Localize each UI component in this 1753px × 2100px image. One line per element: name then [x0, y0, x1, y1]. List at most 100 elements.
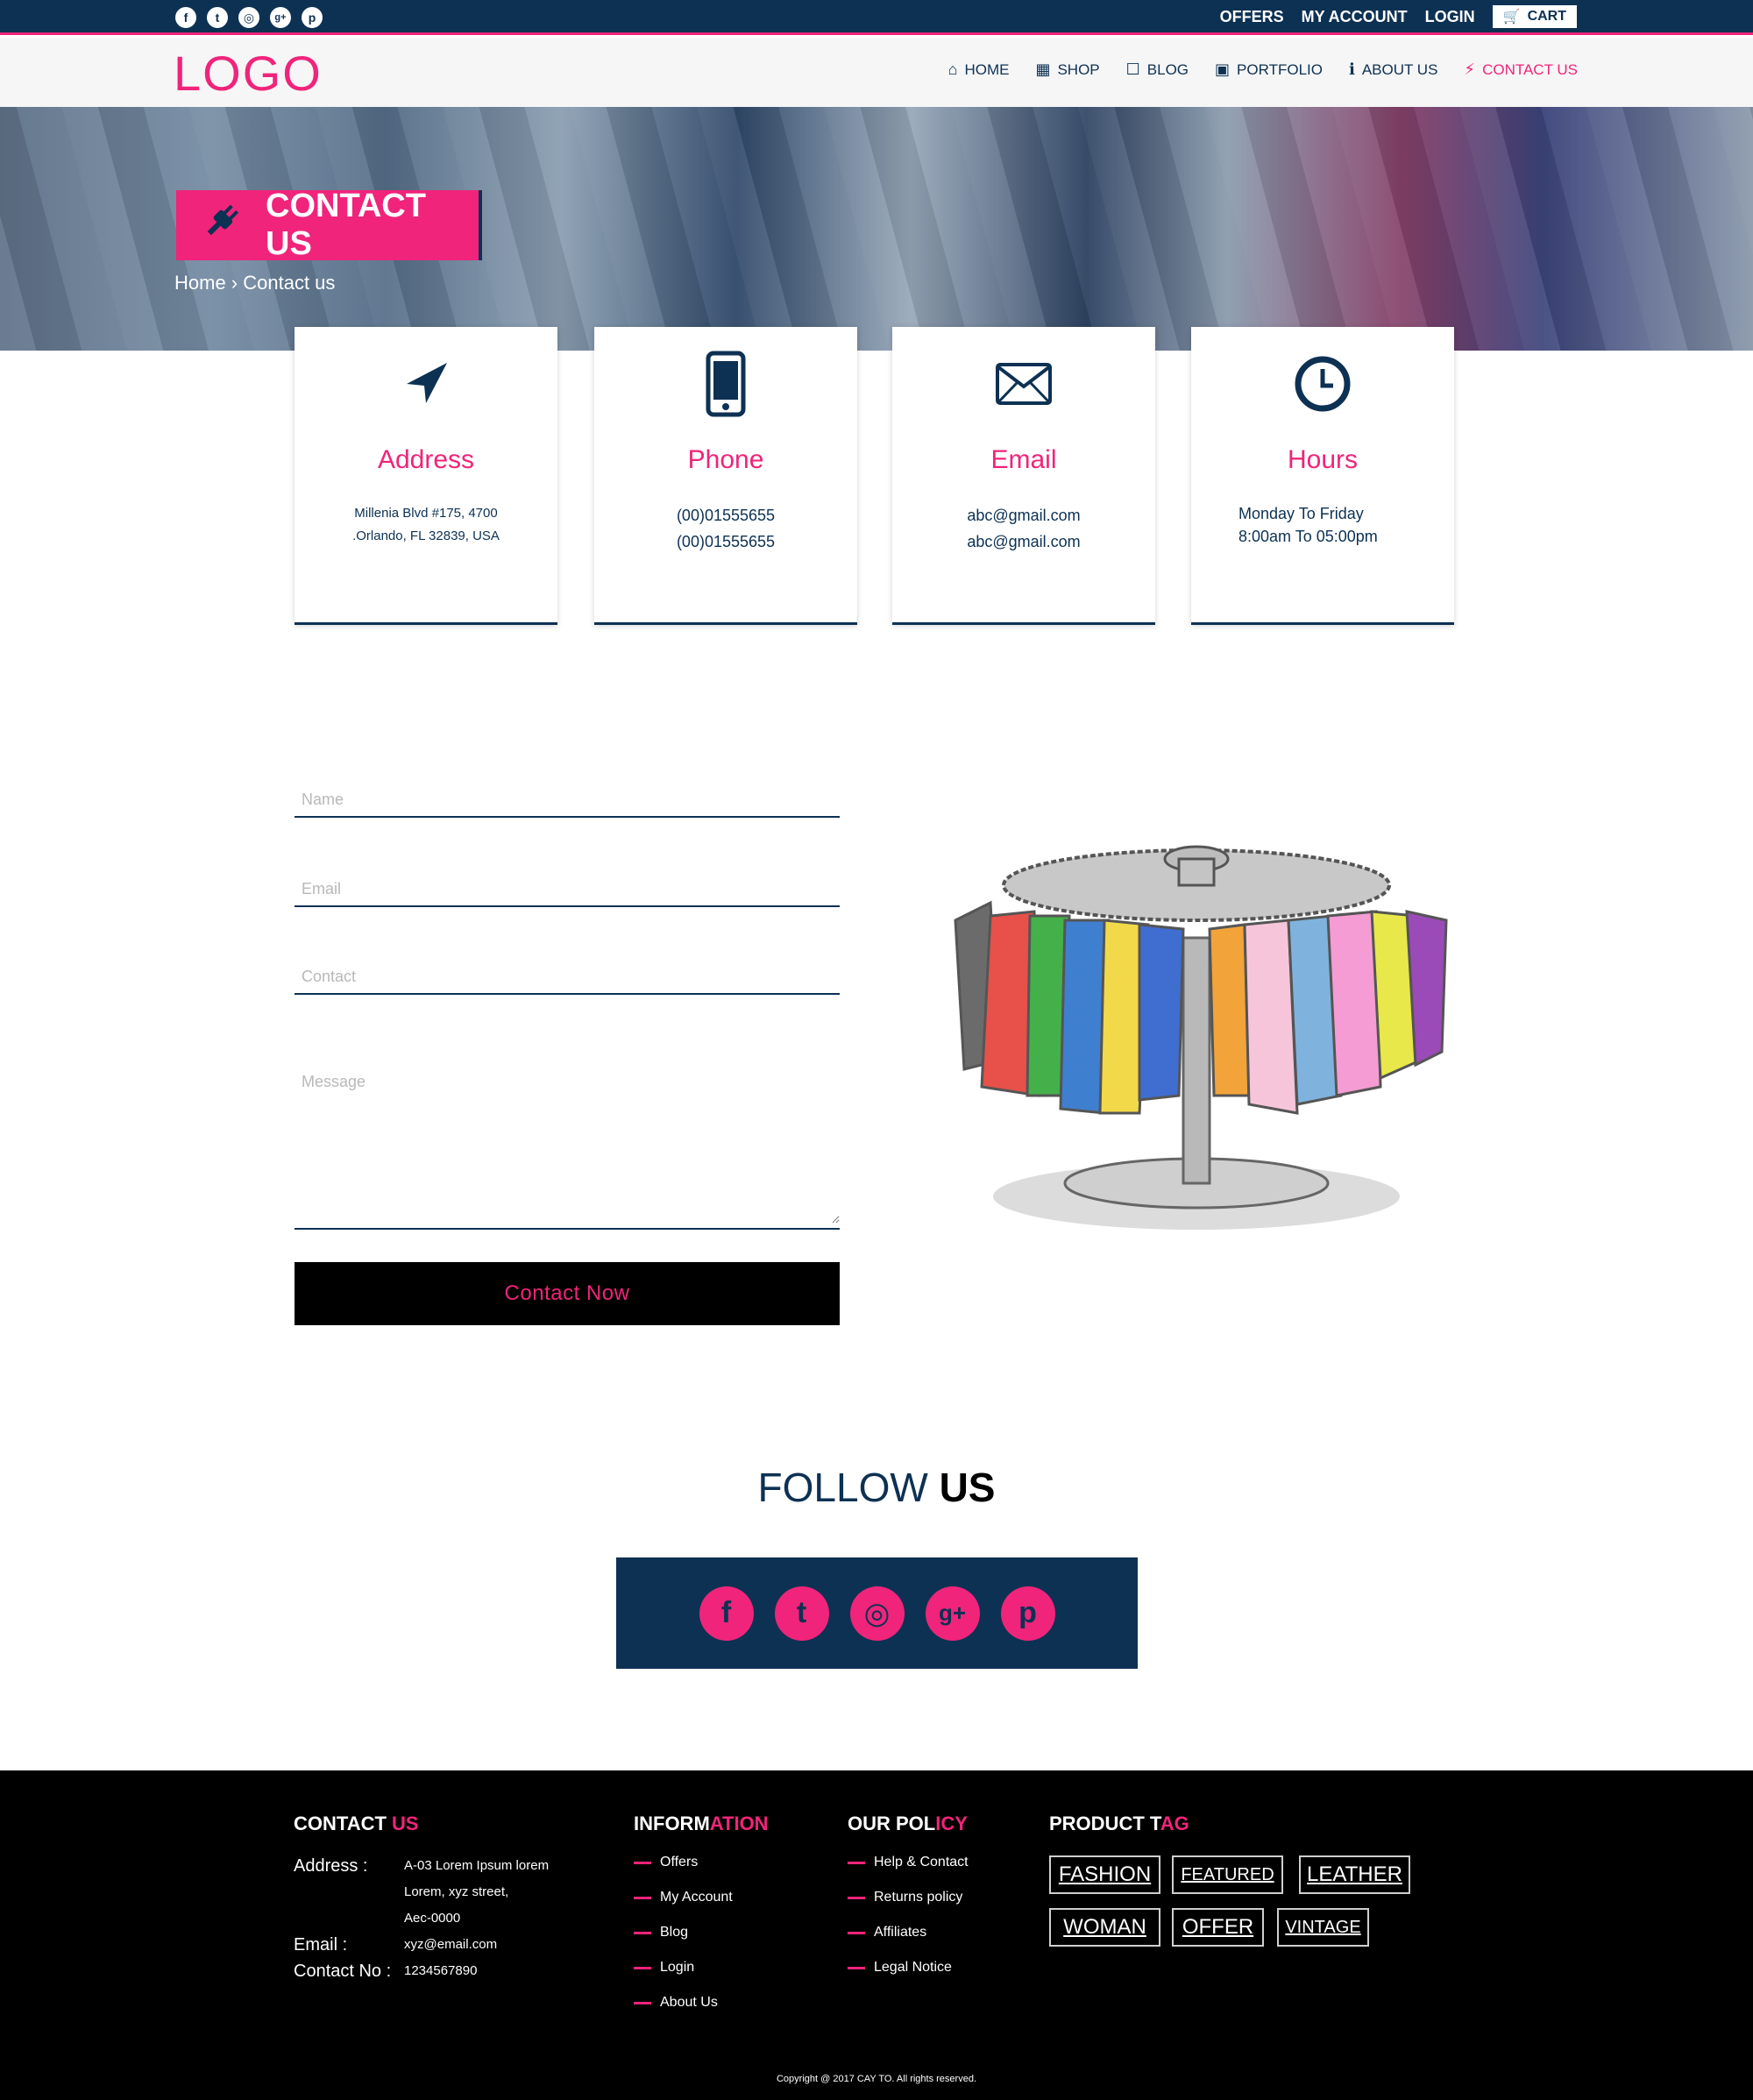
link-label: Help & Contact — [874, 1855, 969, 1869]
cart-button[interactable]: 🛒 CART — [1492, 5, 1577, 28]
dash — [848, 1862, 865, 1864]
info-icon: ℹ — [1348, 60, 1355, 78]
plug-icon — [201, 200, 243, 251]
tag-vintage[interactable]: VINTAGE — [1277, 1908, 1369, 1947]
pinterest-icon[interactable]: p — [1000, 1586, 1055, 1641]
offers-link[interactable]: OFFERS — [1220, 8, 1284, 26]
contact-now-button[interactable]: Contact Now — [295, 1262, 840, 1325]
nav-item-label: BLOG — [1146, 60, 1189, 78]
address-label: Address : — [294, 1856, 368, 1876]
nav-item-label: PORTFOLIO — [1237, 60, 1323, 78]
footer-contact-number[interactable]: 1234567890 — [404, 1958, 477, 1984]
contact-field[interactable] — [295, 961, 840, 993]
logo[interactable]: LOGO — [174, 45, 323, 102]
footer-link-login[interactable]: Login — [634, 1960, 733, 1995]
footer-link-help-contact[interactable]: Help & Contact — [848, 1855, 969, 1890]
nav-item-contact[interactable]: ⚡ CONTACT US — [1464, 60, 1578, 79]
page-title-box: CONTACT US — [176, 188, 479, 262]
nav-item-label: HOME — [964, 60, 1010, 78]
link-label: Affiliates — [874, 1925, 927, 1940]
instagram-icon[interactable]: ◎ — [849, 1586, 905, 1641]
nav-item-shop[interactable]: ▦ SHOP — [1035, 60, 1099, 79]
footer-policy-heading: OUR POLICY — [848, 1813, 968, 1835]
clock-icon — [1191, 353, 1454, 415]
address-line: A-03 Lorem Ipsum lorem — [404, 1858, 550, 1873]
footer-link-offers[interactable]: Offers — [634, 1855, 733, 1890]
nav-item-about[interactable]: ℹ ABOUT US — [1349, 60, 1437, 79]
shopping-bag-icon: ▦ — [1035, 60, 1051, 78]
footer-contact-heading: CONTACT US — [294, 1813, 419, 1835]
email-address[interactable]: abc@gmail.com — [892, 529, 1155, 555]
google-plus-icon[interactable]: g+ — [270, 7, 291, 28]
hours-line: Monday To Friday — [1238, 505, 1364, 522]
tag-offer[interactable]: OFFER — [1172, 1908, 1264, 1947]
email-field-wrapper — [295, 873, 840, 907]
heading-part: CONTACT — [294, 1813, 393, 1834]
top-social-links: f t ◎ g+ p — [175, 7, 323, 28]
clothes-rack-illustration — [954, 845, 1448, 1230]
tag-fashion[interactable]: FASHION — [1049, 1855, 1160, 1894]
my-account-link[interactable]: MY ACCOUNT — [1302, 8, 1408, 26]
heading-highlight: ICY — [935, 1813, 968, 1834]
navigation-arrow-icon — [295, 353, 557, 415]
twitter-icon[interactable]: t — [207, 7, 228, 28]
mobile-phone-icon — [594, 351, 857, 417]
link-label: Offers — [660, 1855, 699, 1869]
footer-email[interactable]: xyz@email.com — [404, 1932, 497, 1958]
heading-highlight: AG — [1160, 1813, 1189, 1834]
email-field[interactable] — [295, 873, 840, 905]
footer-link-returns[interactable]: Returns policy — [848, 1890, 969, 1925]
copyright: Copyright @ 2017 CAY TO. All rights rese… — [776, 2074, 976, 2084]
link-label: Blog — [660, 1925, 689, 1940]
footer-link-my-account[interactable]: My Account — [634, 1890, 733, 1925]
footer-link-blog[interactable]: Blog — [634, 1925, 733, 1960]
email-title: Email — [990, 445, 1057, 474]
nav-item-blog[interactable]: ☐ BLOG — [1126, 60, 1189, 79]
address-line: Aec-0000 — [404, 1911, 461, 1926]
twitter-icon[interactable]: t — [774, 1586, 829, 1641]
dash — [848, 1967, 865, 1969]
phone-number[interactable]: (00)01555655 — [594, 502, 857, 529]
follow-title-part: FOLLOW — [757, 1465, 940, 1510]
heading-part: PRODUCT T — [1049, 1813, 1160, 1834]
phone-number[interactable]: (00)01555655 — [594, 529, 857, 555]
footer-link-legal[interactable]: Legal Notice — [848, 1960, 969, 1995]
envelope-icon — [892, 353, 1155, 415]
name-field[interactable] — [295, 784, 840, 816]
google-plus-icon[interactable]: g+ — [925, 1586, 980, 1641]
nav-item-label: SHOP — [1057, 60, 1100, 78]
footer-information-heading: INFORMATION — [634, 1813, 769, 1835]
address-line: .Orlando, FL 32839, USA — [352, 529, 500, 543]
tag-featured[interactable]: FEATURED — [1172, 1855, 1283, 1894]
follow-title-strong: US — [939, 1465, 996, 1510]
instagram-icon[interactable]: ◎ — [238, 7, 259, 28]
pinterest-icon[interactable]: p — [302, 7, 323, 28]
message-field[interactable] — [295, 1066, 840, 1224]
tag-leather[interactable]: LEATHER — [1299, 1855, 1410, 1894]
nav-item-portfolio[interactable]: ▣ PORTFOLIO — [1215, 60, 1323, 79]
link-label: Legal Notice — [874, 1960, 952, 1975]
footer-link-affiliates[interactable]: Affiliates — [848, 1925, 969, 1960]
nav-item-home[interactable]: ⌂ HOME — [948, 60, 1010, 79]
cart-label: CART — [1527, 9, 1566, 24]
facebook-icon[interactable]: f — [699, 1586, 754, 1641]
contact-label: Contact No : — [294, 1962, 392, 1981]
breadcrumb[interactable]: Home › Contact us — [174, 272, 335, 294]
address-title: Address — [377, 445, 475, 474]
phone-title: Phone — [687, 445, 764, 474]
facebook-icon[interactable]: f — [175, 7, 196, 28]
address-card: Address Millenia Blvd #175, 4700 .Orland… — [295, 327, 557, 625]
link-label: My Account — [660, 1890, 733, 1905]
nav-item-label: CONTACT US — [1482, 60, 1578, 78]
footer-link-about-us[interactable]: About Us — [634, 1995, 733, 2030]
email-address[interactable]: abc@gmail.com — [892, 502, 1155, 529]
dash — [848, 1897, 865, 1899]
tag-woman[interactable]: WOMAN — [1049, 1908, 1160, 1947]
hours-title: Hours — [1287, 445, 1359, 474]
login-link[interactable]: LOGIN — [1425, 8, 1475, 26]
phone-numbers: (00)01555655 (00)01555655 — [594, 502, 857, 555]
hours-line: 8:00am To 05:00pm — [1238, 528, 1378, 545]
email-card: Email abc@gmail.com abc@gmail.com — [892, 327, 1155, 625]
heading-highlight: US — [392, 1813, 419, 1834]
